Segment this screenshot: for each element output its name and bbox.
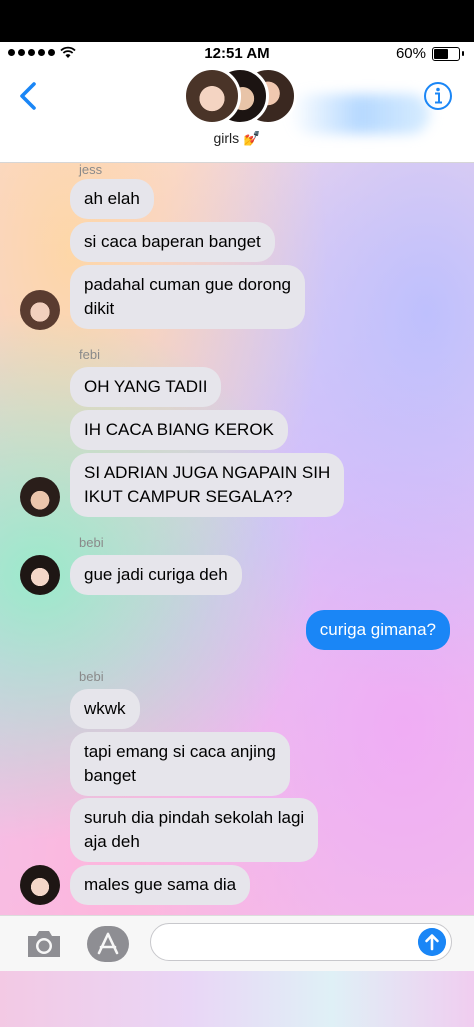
message-text: suruh dia pindah sekolah lagi <box>84 808 305 827</box>
incoming-message[interactable]: ah elah <box>70 179 154 219</box>
outgoing-message[interactable]: curiga gimana? <box>305 610 450 650</box>
incoming-message[interactable]: IH CACA BIANG KEROK <box>70 410 288 450</box>
bottom-background <box>0 971 474 1027</box>
battery-icon <box>432 47 464 61</box>
app-store-icon[interactable] <box>86 925 130 963</box>
top-black-bar <box>0 0 474 42</box>
incoming-message[interactable]: males gue sama dia <box>70 865 251 905</box>
message-text: si caca baperan banget <box>84 232 261 251</box>
message-text: banget <box>84 766 136 785</box>
message-text: wkwk <box>84 699 126 718</box>
message-text-field[interactable] <box>165 932 419 952</box>
message-input[interactable] <box>150 923 452 961</box>
conversation-header: girls 💅 <box>0 64 474 163</box>
message-text: males gue sama dia <box>84 875 237 894</box>
avatar[interactable] <box>20 290 60 330</box>
incoming-message[interactable]: tapi emang si caca anjing banget <box>70 732 290 796</box>
message-text: curiga gimana? <box>319 620 436 639</box>
send-arrow-icon[interactable] <box>418 928 446 956</box>
battery-percentage: 60% <box>395 45 426 62</box>
camera-icon[interactable] <box>24 926 64 962</box>
sender-name: jess <box>79 163 103 177</box>
incoming-message[interactable]: SI ADRIAN JUGA NGAPAIN SIH IKUT CAMPUR S… <box>70 453 345 517</box>
sender-name: bebi <box>79 669 104 684</box>
sender-name: febi <box>79 347 100 362</box>
message-text: gue jadi curiga deh <box>84 565 228 584</box>
chevron-left-icon[interactable] <box>14 78 44 114</box>
incoming-message[interactable]: OH YANG TADII <box>70 367 222 407</box>
group-name[interactable]: girls 💅 <box>0 130 474 147</box>
info-icon[interactable] <box>423 81 453 111</box>
message-text: ah elah <box>84 189 140 208</box>
status-bar: 12:51 AM 60% <box>0 42 474 64</box>
avatar[interactable] <box>20 865 60 905</box>
message-text: OH YANG TADII <box>84 377 208 396</box>
incoming-message[interactable]: gue jadi curiga deh <box>70 555 242 595</box>
incoming-message[interactable]: si caca baperan banget <box>70 222 275 262</box>
message-text: IKUT CAMPUR SEGALA?? <box>84 487 293 506</box>
avatar[interactable] <box>20 555 60 595</box>
sender-name: bebi <box>79 535 104 550</box>
avatar[interactable] <box>20 477 60 517</box>
incoming-message[interactable]: padahal cuman gue dorong dikit <box>70 265 305 329</box>
message-text: padahal cuman gue dorong <box>84 275 291 294</box>
header-blur <box>290 94 430 134</box>
message-text: IH CACA BIANG KEROK <box>84 420 274 439</box>
compose-bar <box>0 915 474 972</box>
message-text: tapi emang si caca anjing <box>84 742 276 761</box>
message-text: aja deh <box>84 832 140 851</box>
message-text: dikit <box>84 299 115 318</box>
incoming-message[interactable]: suruh dia pindah sekolah lagi aja deh <box>70 798 319 862</box>
group-avatars[interactable] <box>183 67 297 125</box>
message-thread[interactable]: jess ah elah si caca baperan banget pada… <box>0 163 474 915</box>
message-text: SI ADRIAN JUGA NGAPAIN SIH <box>84 463 331 482</box>
incoming-message[interactable]: wkwk <box>70 689 140 729</box>
group-avatar-1 <box>183 67 241 125</box>
